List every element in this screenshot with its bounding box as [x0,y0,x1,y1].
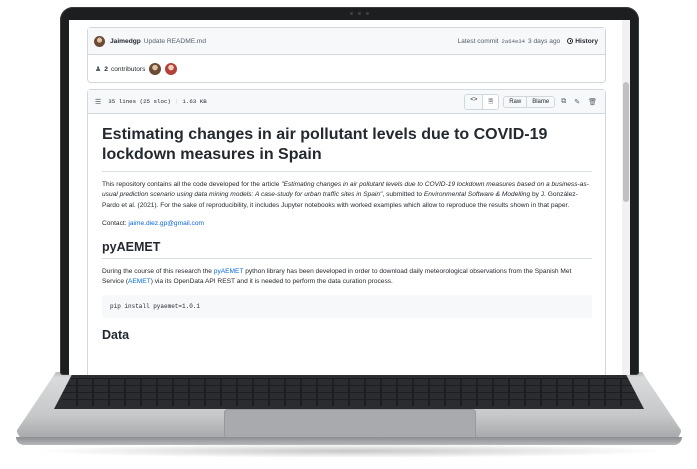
commit-author[interactable]: Jaimedgp [110,38,141,45]
contact-email-link[interactable]: jaime.diez.gp@gmail.com [128,220,204,227]
file-actions: <> 🗎 Raw Blame ⧉ ✎ 🗑 [464,93,599,110]
file-icon[interactable]: 🗎 [482,94,499,109]
journal-name: Environmental Software & Modelling [423,191,531,199]
copy-icon[interactable]: ⧉ [559,97,568,106]
trash-icon[interactable]: 🗑 [586,98,599,106]
readme-content: Estimating changes in air pollutant leve… [102,125,592,354]
github-readme-page: Jaimedgp Update README.md Latest commit … [69,20,630,375]
commit-message[interactable]: Update README.md [144,38,206,45]
file-size: 1.63 KB [182,98,207,105]
intro-paragraph: This repository contains all the code de… [102,180,592,211]
pyaemet-link[interactable]: pyAEMET [214,268,244,275]
page-scrollbar[interactable] [622,20,630,375]
laptop-touchpad [224,409,476,439]
webcam [344,11,374,15]
intro-text: , submitted to [382,191,424,199]
pyaemet-text: During the course of this research the [102,267,214,275]
view-toggle: <> 🗎 [464,93,500,110]
intro-text: This repository contains all the code de… [102,181,282,188]
laptop-front-edge [16,437,682,445]
file-header: ☰ 35 lines (25 sloc) | 1.63 KB <> 🗎 Raw … [88,90,605,114]
contributor-avatar[interactable] [149,63,162,75]
divider: | [174,98,179,105]
contact-label: Contact: [102,220,129,228]
commit-age: 3 days ago [528,37,561,45]
readme-title: Estimating changes in air pollutant leve… [102,125,592,172]
commit-sha[interactable]: 2a64e34 [502,38,526,45]
raw-blame-group: Raw Blame [503,95,556,108]
install-code-block[interactable]: pip install pyaemet=1.0.1 [102,295,592,319]
commit-box: Jaimedgp Update README.md Latest commit … [87,27,606,83]
latest-commit-label: Latest commit [457,37,499,45]
scrollbar-thumb[interactable] [623,82,629,202]
contributors-row: ♟ 2 contributors [88,55,605,83]
contact-paragraph: Contact: jaime.diez.gp@gmail.com [102,219,592,229]
file-view: ☰ 35 lines (25 sloc) | 1.63 KB <> 🗎 Raw … [87,89,606,375]
laptop-lid: Jaimedgp Update README.md Latest commit … [60,7,639,375]
people-icon: ♟ [95,66,102,73]
aemet-link[interactable]: AEMET [128,278,151,285]
contributors-label[interactable]: contributors [111,66,145,73]
pencil-icon[interactable]: ✎ [572,98,582,106]
pyaemet-paragraph: During the course of this research the p… [102,267,592,288]
data-heading: Data [102,328,130,343]
pyaemet-text: ) via its OpenData API REST and it is ne… [150,278,393,286]
code-icon[interactable]: <> [465,94,483,109]
file-lines: 35 lines (25 sloc) [108,98,171,105]
history-button[interactable]: History [567,38,598,45]
blame-button[interactable]: Blame [526,96,555,107]
clock-icon [567,38,574,44]
contributors-count[interactable]: 2 [104,66,108,73]
laptop-screen: Jaimedgp Update README.md Latest commit … [69,20,630,375]
list-icon[interactable]: ☰ [95,98,101,106]
keyboard-keys [62,378,636,406]
latest-commit-bar: Jaimedgp Update README.md Latest commit … [88,28,605,55]
history-label: History [575,37,598,45]
commit-meta: Latest commit 2a64e34 3 days ago History [457,38,598,45]
raw-button[interactable]: Raw [504,96,527,107]
laptop-shadow [30,444,670,458]
pyaemet-heading: pyAEMET [102,240,592,259]
install-command: pip install pyaemet=1.0.1 [110,303,201,311]
laptop-keyboard [54,375,644,409]
contributor-avatar[interactable] [165,63,178,75]
author-avatar[interactable] [94,35,105,47]
